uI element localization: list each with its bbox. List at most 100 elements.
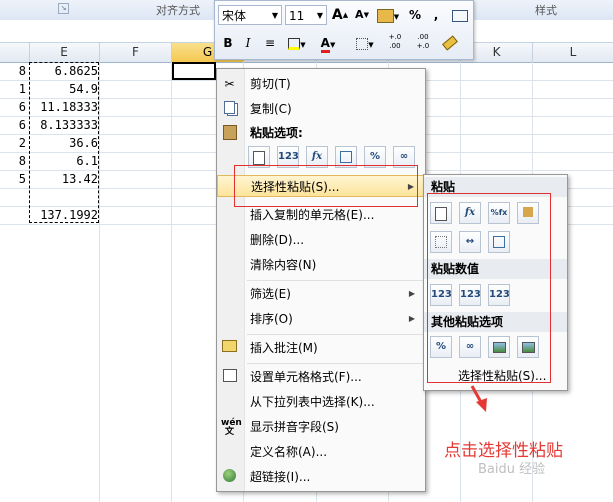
menu-item-label: 剪切(T)	[250, 77, 291, 91]
phonetic-icon-text: wén	[221, 418, 242, 428]
menu-item-label: 复制(C)	[250, 102, 292, 116]
shrink-font-letter: A	[355, 8, 364, 21]
menu-item-label: 插入批注(M)	[250, 341, 318, 355]
ribbon-group-styles: 样式	[535, 4, 557, 17]
menu-section-paste-options: 粘贴选项:	[217, 122, 425, 144]
cell-d5[interactable]: 2	[12, 136, 26, 150]
chevron-down-icon[interactable]: ▼	[368, 41, 373, 49]
bold-button[interactable]: B	[219, 33, 237, 53]
cell-d6[interactable]: 8	[12, 154, 26, 168]
menu-separator	[247, 334, 423, 335]
watermark: Baidu 经验	[478, 462, 546, 477]
paint-bucket-icon	[288, 37, 301, 50]
percent-style-button[interactable]: %	[406, 5, 424, 25]
column-header-l[interactable]: L	[533, 43, 613, 62]
shrink-font-button[interactable]: A▼	[353, 5, 371, 25]
merge-center-button[interactable]	[451, 5, 469, 25]
menu-item-cut[interactable]: ✂ 剪切(T)	[217, 73, 425, 95]
menu-separator	[247, 363, 423, 364]
font-size-box[interactable]: 11 ▼	[285, 5, 327, 25]
menu-item-insert-comment[interactable]: 插入批注(M)	[217, 337, 425, 359]
menu-item-filter[interactable]: 筛选(E) ▶	[217, 283, 425, 305]
annotation-arrow-icon	[470, 385, 487, 412]
cell-d7[interactable]: 5	[12, 172, 26, 186]
menu-item-delete[interactable]: 删除(D)...	[217, 229, 425, 251]
menu-item-phonetic[interactable]: wén 文 显示拼音字段(S)	[217, 416, 425, 438]
clipboard-icon	[221, 125, 238, 141]
accounting-format-button[interactable]: ▼	[375, 5, 401, 25]
highlight-paste-special	[234, 165, 418, 207]
dialog-launcher-icon[interactable]: ↘	[58, 3, 69, 14]
borders-button[interactable]: ▼	[353, 33, 377, 53]
menu-item-clear-contents[interactable]: 清除内容(N)	[217, 254, 425, 276]
paste-options-label: 粘贴选项:	[250, 126, 303, 140]
header-blank	[0, 43, 30, 62]
menu-item-copy[interactable]: 复制(C)	[217, 98, 425, 120]
align-center-button[interactable]: ≡	[261, 33, 279, 53]
increase-decimal-button[interactable]: +.0 .00	[383, 33, 407, 53]
ribbon-group-alignment: 对齐方式	[156, 4, 200, 17]
mini-toolbar: 宋体 ▼ 11 ▼ A▲ A▼ ▼ % , B I ≡ ▼ A▼ ▼ +.0 .00…	[214, 0, 474, 60]
menu-item-insert-copied-cells[interactable]: 插入复制的单元格(E)...	[217, 204, 425, 226]
down-arrow-icon: ▼	[363, 11, 369, 19]
context-menu: ✂ 剪切(T) 复制(C) 粘贴选项: 123 fx % ∞ 选择性粘贴(S).…	[216, 68, 426, 492]
gridline	[99, 62, 100, 502]
chevron-down-icon[interactable]: ▼	[300, 41, 305, 49]
phonetic-icon: wén 文	[221, 418, 242, 437]
fill-color-button[interactable]: ▼	[285, 33, 309, 53]
comma-style-button[interactable]: ,	[427, 5, 445, 25]
font-name-value: 宋体	[222, 9, 247, 23]
cell-d4[interactable]: 6	[12, 118, 26, 132]
cell-d3[interactable]: 6	[12, 100, 26, 114]
gridline	[171, 62, 172, 502]
font-name-box[interactable]: 宋体 ▼	[218, 5, 282, 25]
money-icon	[376, 8, 394, 23]
grow-font-letter: A	[331, 7, 343, 23]
chevron-down-icon[interactable]: ▼	[317, 6, 323, 26]
menu-separator	[247, 280, 423, 281]
align-center-icon: ≡	[264, 36, 276, 50]
menu-item-label: 插入复制的单元格(E)...	[250, 208, 375, 222]
highlight-submenu	[427, 193, 551, 383]
chevron-down-icon[interactable]: ▼	[330, 41, 335, 49]
comment-icon	[221, 340, 238, 356]
menu-item-hyperlink[interactable]: 超链接(I)...	[217, 466, 425, 488]
chevron-down-icon[interactable]: ▼	[394, 13, 399, 21]
font-size-value: 11	[289, 9, 305, 23]
menu-item-format-cells[interactable]: 设置单元格格式(F)...	[217, 366, 425, 388]
format-painter-button[interactable]	[441, 33, 459, 53]
transpose-icon	[340, 151, 352, 163]
menu-item-label: 删除(D)...	[250, 233, 305, 247]
menu-item-label: 显示拼音字段(S)	[250, 420, 339, 434]
up-arrow-icon: ▲	[342, 11, 349, 19]
menu-item-label: 超链接(I)...	[250, 470, 311, 484]
menu-item-label: 清除内容(N)	[250, 258, 317, 272]
column-header-e[interactable]: E	[29, 43, 100, 62]
link-icon: ∞	[399, 151, 409, 162]
decrease-decimal-button[interactable]: .00 +.0	[411, 33, 435, 53]
scissors-icon: ✂	[224, 77, 235, 91]
submenu-arrow-icon: ▶	[408, 314, 415, 323]
active-cell[interactable]	[172, 62, 216, 80]
menu-item-label: 设置单元格格式(F)...	[250, 370, 362, 384]
menu-item-label: 从下拉列表中选择(K)...	[250, 395, 375, 409]
borders-icon	[356, 37, 369, 50]
clipboard-icon	[253, 151, 265, 165]
menu-item-define-name[interactable]: 定义名称(A)...	[217, 441, 425, 463]
chevron-down-icon[interactable]: ▼	[272, 6, 278, 26]
italic-button[interactable]: I	[239, 33, 257, 53]
menu-item-label: 排序(O)	[250, 312, 293, 326]
menu-item-label: 定义名称(A)...	[250, 445, 328, 459]
menu-item-label: 筛选(E)	[250, 287, 291, 301]
submenu-arrow-icon: ▶	[408, 289, 415, 298]
merge-icon	[452, 9, 468, 22]
font-color-letter: A	[320, 36, 330, 53]
grow-font-button[interactable]: A▲	[331, 5, 349, 25]
menu-item-pick-from-list[interactable]: 从下拉列表中选择(K)...	[217, 391, 425, 413]
menu-item-sort[interactable]: 排序(O) ▶	[217, 308, 425, 330]
cell-d1[interactable]: 8	[12, 64, 26, 78]
font-color-button[interactable]: A▼	[316, 33, 340, 53]
column-header-f[interactable]: F	[100, 43, 172, 62]
copy-icon	[221, 101, 238, 117]
cell-d2[interactable]: 1	[12, 82, 26, 96]
